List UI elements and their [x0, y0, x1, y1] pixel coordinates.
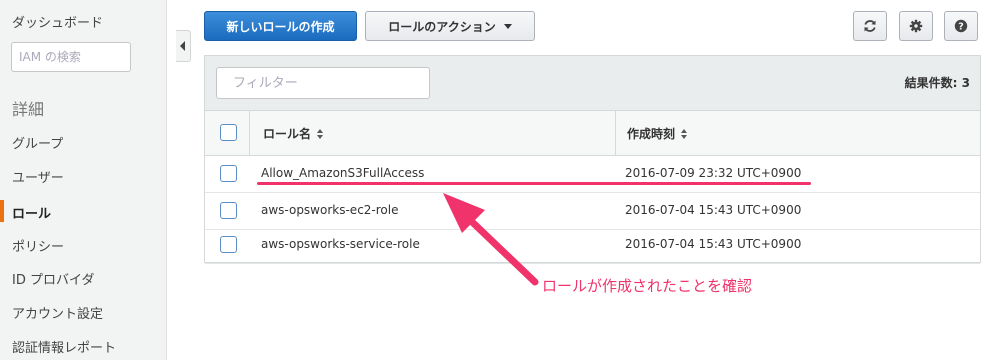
column-header-created-label: 作成時刻	[627, 127, 676, 141]
sidebar-item-dashboard[interactable]: ダッシュボード	[12, 12, 103, 31]
sidebar-section-title: 詳細	[12, 100, 45, 119]
iam-search-input[interactable]	[11, 42, 131, 72]
created-time-cell: 2016-07-09 23:32 UTC+0900	[625, 166, 802, 180]
sidebar-item-account-settings[interactable]: アカウント設定	[12, 303, 103, 322]
filter-input[interactable]	[216, 67, 430, 99]
result-count: 結果件数: 3	[904, 76, 970, 90]
role-actions-dropdown[interactable]: ロールのアクション	[365, 11, 535, 41]
refresh-button[interactable]	[853, 11, 887, 41]
sidebar-item-policies[interactable]: ポリシー	[12, 236, 64, 255]
row-checkbox[interactable]	[220, 202, 237, 219]
column-divider	[249, 111, 250, 155]
column-header-created[interactable]: 作成時刻	[627, 125, 688, 142]
settings-button[interactable]	[899, 11, 933, 41]
sidebar-item-credential-report[interactable]: 認証情報レポート	[12, 337, 116, 356]
help-icon: ?	[954, 19, 968, 33]
row-checkbox[interactable]	[220, 236, 237, 253]
sidebar-item-roles[interactable]: ロール	[12, 203, 51, 222]
select-all-checkbox[interactable]	[220, 124, 237, 141]
column-header-role-name-label: ロール名	[263, 127, 312, 141]
table-header: ロール名 作成時刻	[205, 111, 980, 156]
sidebar: ダッシュボード 詳細 グループ ユーザー ロール ポリシー ID プロバイダ ア…	[0, 0, 167, 360]
table-row[interactable]: aws-opsworks-service-role 2016-07-04 15:…	[205, 227, 980, 264]
table-row[interactable]: aws-opsworks-ec2-role 2016-07-04 15:43 U…	[205, 193, 980, 230]
annotation-underline	[257, 182, 811, 185]
row-checkbox[interactable]	[220, 165, 237, 182]
sidebar-item-groups[interactable]: グループ	[12, 133, 63, 152]
column-divider	[615, 111, 616, 155]
help-button[interactable]: ?	[944, 11, 978, 41]
roles-panel: 結果件数: 3 ロール名 作成時刻 Allow_AmazonS3FullAcce…	[204, 55, 981, 264]
created-time-cell: 2016-07-04 15:43 UTC+0900	[625, 203, 802, 217]
role-actions-label: ロールのアクション	[388, 19, 496, 34]
annotation-text: ロールが作成されたことを確認	[542, 277, 753, 295]
sort-icon	[681, 128, 688, 139]
role-name-cell[interactable]: aws-opsworks-service-role	[261, 237, 420, 251]
sort-icon	[317, 128, 324, 139]
sidebar-item-identity-providers[interactable]: ID プロバイダ	[12, 269, 94, 288]
refresh-icon	[864, 20, 876, 32]
filter-bar: 結果件数: 3	[205, 56, 980, 111]
role-name-cell[interactable]: aws-opsworks-ec2-role	[261, 203, 398, 217]
active-indicator	[0, 200, 4, 222]
sidebar-collapse-toggle[interactable]	[176, 30, 191, 62]
column-header-role-name[interactable]: ロール名	[263, 125, 324, 142]
table-row[interactable]: Allow_AmazonS3FullAccess 2016-07-09 23:3…	[205, 156, 980, 193]
created-time-cell: 2016-07-04 15:43 UTC+0900	[625, 237, 802, 251]
sidebar-item-users[interactable]: ユーザー	[12, 167, 64, 186]
create-role-button[interactable]: 新しいロールの作成	[204, 11, 357, 41]
role-name-cell[interactable]: Allow_AmazonS3FullAccess	[261, 166, 424, 180]
svg-text:?: ?	[958, 22, 964, 33]
chevron-down-icon	[503, 23, 512, 29]
gear-icon	[909, 19, 923, 33]
